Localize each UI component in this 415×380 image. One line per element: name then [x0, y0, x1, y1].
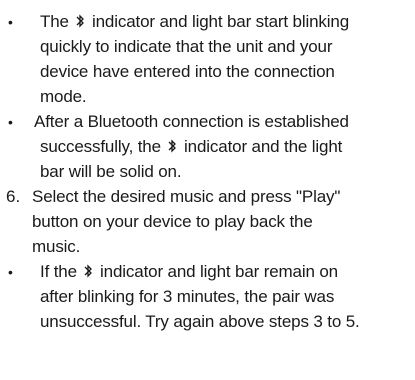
instruction-line: Select the desired music and press "Play… [32, 187, 341, 206]
bullet-marker: • [8, 264, 13, 280]
bluetooth-icon [74, 13, 86, 29]
instruction-line: button on your device to play back the [32, 212, 313, 231]
instruction-line: successfully, the indicator and the ligh… [40, 137, 343, 156]
instruction-line: unsuccessful. Try again above steps 3 to… [40, 312, 360, 331]
instruction-page: • The indicator and light bar start blin… [0, 0, 415, 380]
instruction-line: after blinking for 3 minutes, the pair w… [40, 287, 335, 306]
instruction-line: mode. [40, 87, 87, 106]
instruction-line: The indicator and light bar start blinki… [40, 12, 349, 31]
instruction-line: device have entered into the connection [40, 62, 335, 81]
bluetooth-icon [82, 263, 94, 279]
bullet-marker: • [8, 114, 13, 130]
instruction-line: bar will be solid on. [40, 162, 182, 181]
instruction-line: After a Bluetooth connection is establis… [34, 112, 349, 131]
bullet-marker: • [8, 14, 13, 30]
bluetooth-icon [166, 138, 178, 154]
instruction-line: music. [32, 237, 81, 256]
step-number: 6. [6, 187, 21, 206]
instruction-line: quickly to indicate that the unit and yo… [40, 37, 333, 56]
instruction-line: If the indicator and light bar remain on [40, 262, 338, 281]
